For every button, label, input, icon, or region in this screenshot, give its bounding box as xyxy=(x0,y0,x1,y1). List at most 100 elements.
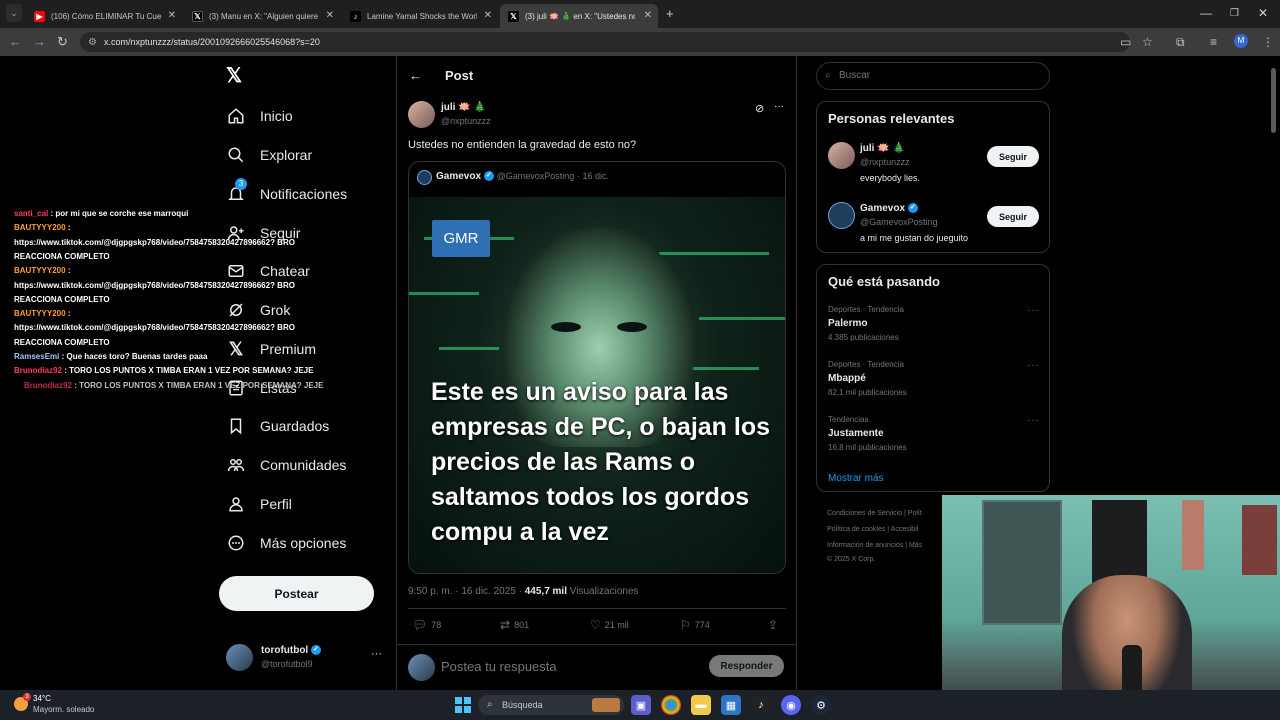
nav-item-perfil[interactable]: Perfil xyxy=(226,489,292,519)
person-name[interactable]: juli 🪷 🎄 xyxy=(860,143,905,154)
site-info-icon[interactable]: ⚙ xyxy=(88,33,97,53)
chat-text: https://www.tiktok.com/@djgpgskp768/vide… xyxy=(14,323,295,333)
trend-name: Palermo xyxy=(828,318,868,329)
page-title: Post xyxy=(445,68,474,83)
person-handle: @nxptunzzz xyxy=(860,157,910,167)
author-handle[interactable]: @nxptunzzz xyxy=(441,116,491,126)
footer-line[interactable]: Información de anuncios | Más xyxy=(827,542,922,549)
file-explorer-icon[interactable]: ▬ xyxy=(691,695,711,715)
post-timestamp[interactable]: 9:50 p. m. · 16 dic. 2025 · xyxy=(408,586,522,597)
bookmark-star-icon[interactable]: ☆ xyxy=(1142,35,1153,49)
tab-list-button[interactable]: ⌄ xyxy=(6,4,22,22)
chat-message: https://www.tiktok.com/@djgpgskp768/vide… xyxy=(14,321,295,335)
post-button[interactable]: Postear xyxy=(219,576,374,611)
store-icon[interactable]: ▦ xyxy=(721,695,741,715)
taskbar-search-input[interactable]: ⌕ Búsqueda xyxy=(478,695,624,715)
room-door xyxy=(982,500,1062,625)
chat-text: : xyxy=(67,266,71,276)
tab-youtube[interactable]: ▶ (106) Cómo ELIMINAR Tu Cuenta ✕ xyxy=(26,4,182,28)
notification-badge: 3 xyxy=(235,178,247,190)
chat-username: Brunodiaz92 xyxy=(14,366,63,376)
close-icon[interactable]: ✕ xyxy=(168,10,176,21)
grok-icon[interactable]: ⊘ xyxy=(755,102,764,115)
url-text: x.com/nxptunzzz/status/20010926660255460… xyxy=(104,37,320,47)
install-app-icon[interactable]: ▭ xyxy=(1120,35,1131,49)
close-icon[interactable]: ✕ xyxy=(644,10,652,21)
nav-item-notificaciones[interactable]: 3 Notificaciones xyxy=(226,178,347,209)
glitch-line xyxy=(409,292,479,295)
chat-text: : xyxy=(67,223,71,233)
close-window-button[interactable]: ✕ xyxy=(1258,6,1268,20)
glitch-line xyxy=(699,317,785,320)
discord-icon[interactable]: ◉ xyxy=(781,695,801,715)
chat-username: BAUTYYY200 xyxy=(14,266,66,276)
nav-item-explorar[interactable]: Explorar xyxy=(226,140,312,170)
bookmark-action[interactable]: ⚐ 774 xyxy=(680,618,710,632)
forward-icon[interactable]: → xyxy=(33,35,46,49)
chrome-icon[interactable] xyxy=(661,695,681,715)
new-tab-button[interactable]: + xyxy=(666,6,674,21)
author-avatar[interactable] xyxy=(408,101,435,128)
tab-juli[interactable]: 𝕏 (3) juli 🪷 🎄 en X: "Ustedes no ✕ xyxy=(500,4,658,28)
weather-widget[interactable]: 3 34°C Mayorm. soleado xyxy=(12,693,122,717)
scroll-thumb[interactable] xyxy=(1271,68,1276,133)
reply-input[interactable]: Postea tu respuesta xyxy=(441,659,557,674)
more-icon[interactable]: ··· xyxy=(774,101,784,112)
reply-composer: Postea tu respuesta Responder xyxy=(397,644,797,688)
reply-action[interactable]: 💬︎ 78 xyxy=(412,618,441,632)
reload-icon[interactable]: ↻ xyxy=(57,35,68,49)
chat-message: REACCIONA COMPLETO xyxy=(14,336,110,350)
tab-manu[interactable]: 𝕏 (3) Manu en X: "Alguien quiere ✕ xyxy=(184,4,340,28)
back-arrow-icon[interactable]: ← xyxy=(409,68,422,83)
nav-item-mas-opciones[interactable]: Más opciones xyxy=(226,528,346,558)
show-more-link[interactable]: Mostrar más xyxy=(828,473,884,484)
like-action[interactable]: ♡ 21 mil xyxy=(590,618,629,632)
nav-item-guardados[interactable]: Guardados xyxy=(226,411,329,441)
follow-button[interactable]: Seguir xyxy=(987,206,1039,227)
x-logo-icon[interactable]: 𝕏 xyxy=(226,66,246,86)
extensions-icon[interactable]: ⧉ xyxy=(1176,35,1185,50)
chat-text: : por mi que se corche ese marroqui xyxy=(50,209,189,218)
verified-icon: ✓ xyxy=(310,645,321,656)
music-app-icon[interactable]: ♪ xyxy=(751,695,771,715)
avatar[interactable] xyxy=(828,142,855,169)
avatar xyxy=(226,644,253,671)
view-count: 445,7 mil xyxy=(524,586,567,597)
more-icon[interactable]: ··· xyxy=(371,648,382,660)
reading-list-icon[interactable]: ≡ xyxy=(1210,35,1217,49)
more-icon[interactable]: ··· xyxy=(1027,360,1040,371)
quote-avatar xyxy=(417,170,432,185)
back-icon[interactable]: ← xyxy=(9,35,22,49)
search-input[interactable]: ⌕ Buscar xyxy=(816,62,1050,90)
share-action[interactable]: ⇪ xyxy=(768,618,782,632)
close-icon[interactable]: ✕ xyxy=(326,10,334,21)
tab-tiktok[interactable]: ♪ Lamine Yamal Shocks the World ✕ xyxy=(342,4,498,28)
windows-start-icon[interactable] xyxy=(453,695,473,715)
person-name[interactable]: Gamevox ✓ xyxy=(860,203,918,214)
chat-username: santi_cal xyxy=(14,209,49,218)
author-name[interactable]: juli 🪷 🎄 xyxy=(441,102,486,113)
menu-icon[interactable]: ⋮ xyxy=(1262,35,1274,49)
quoted-post[interactable]: Gamevox ✓ @GamevoxPosting · 16 dic. GMR … xyxy=(408,161,786,574)
restore-button[interactable]: ❐ xyxy=(1230,8,1239,19)
avatar[interactable] xyxy=(828,202,855,229)
chat-message: Brunodiaz92 : TORO LOS PUNTOS X TIMBA ER… xyxy=(14,364,313,378)
profile-avatar[interactable]: M xyxy=(1234,34,1248,48)
verified-icon: ✓ xyxy=(907,203,918,214)
close-icon[interactable]: ✕ xyxy=(484,10,492,21)
minimize-button[interactable]: — xyxy=(1200,6,1212,20)
more-icon[interactable]: ··· xyxy=(1027,305,1040,316)
nav-item-comunidades[interactable]: Comunidades xyxy=(226,450,346,480)
teams-chat-icon[interactable]: ▣ xyxy=(631,695,651,715)
nav-item-inicio[interactable]: Inicio xyxy=(226,101,293,131)
steam-icon[interactable]: ⚙ xyxy=(811,695,831,715)
footer-line[interactable]: Política de cookies | Accesibil xyxy=(827,526,918,533)
follow-button[interactable]: Seguir xyxy=(987,146,1039,167)
footer-line[interactable]: Condiciones de Servicio | Polít xyxy=(827,510,922,517)
reply-button[interactable]: Responder xyxy=(709,655,784,677)
repost-action[interactable]: ⇄ 801 xyxy=(500,618,529,632)
address-input[interactable]: ⚙ x.com/nxptunzzz/status/200109266602554… xyxy=(80,32,1130,52)
quote-image[interactable]: GMR Este es un aviso para las empresas d… xyxy=(409,197,785,573)
account-switcher[interactable]: torofutbol ✓ @torofutbol9 ··· xyxy=(226,641,386,675)
more-icon[interactable]: ··· xyxy=(1027,415,1040,426)
